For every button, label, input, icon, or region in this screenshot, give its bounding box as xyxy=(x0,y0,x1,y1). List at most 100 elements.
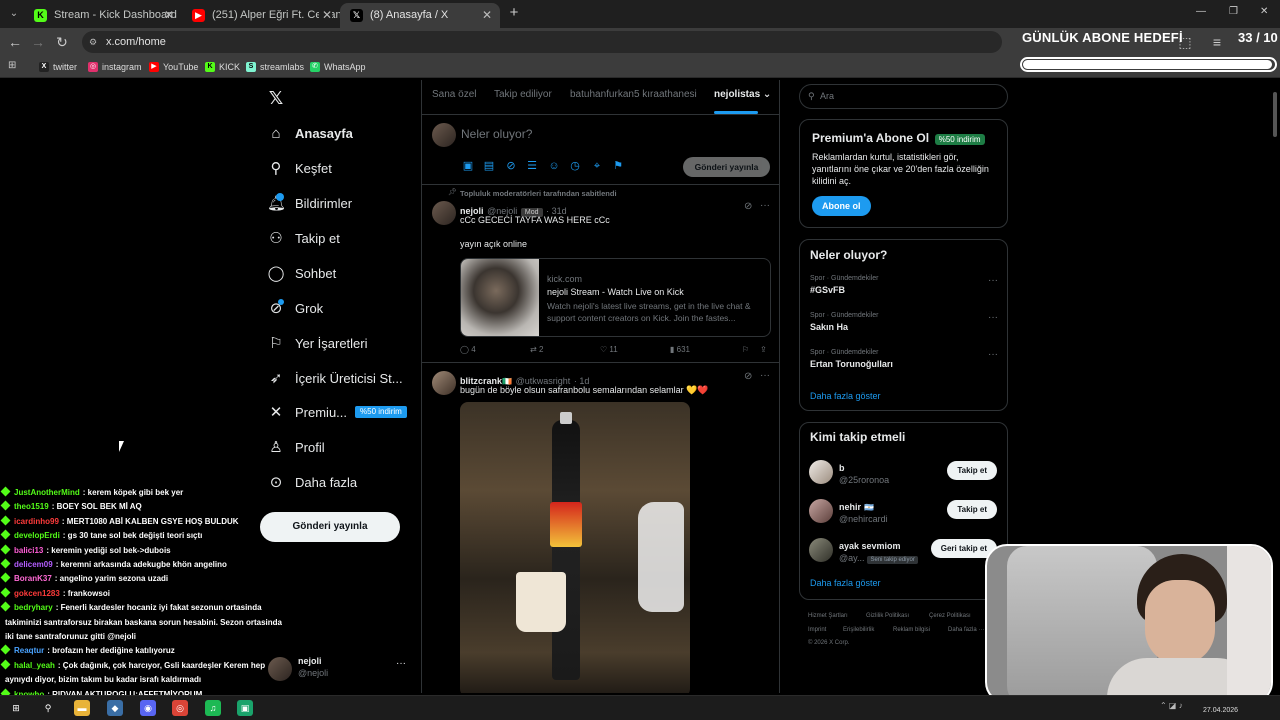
more-icon[interactable]: ··· xyxy=(760,200,770,211)
search-input[interactable]: ⚲ Ara xyxy=(799,84,1008,109)
bookmark-kick[interactable]: K KICK xyxy=(205,59,240,75)
image-icon[interactable]: ▣ xyxy=(462,160,474,172)
reply-action[interactable]: ◯ 4 xyxy=(460,345,476,354)
footer-link[interactable]: Hizmet Şartları xyxy=(808,613,848,619)
follow-suggestion[interactable]: b @25roronoa Takip et xyxy=(800,458,1007,490)
new-tab-button[interactable]: + xyxy=(506,5,522,21)
scrollbar[interactable] xyxy=(1272,82,1278,692)
subscribe-button[interactable]: Abone ol xyxy=(812,196,871,216)
tab-following[interactable]: Takip ediliyor xyxy=(494,89,552,100)
composer-input[interactable]: Neler oluyor? xyxy=(461,127,532,141)
nav-item-profile[interactable]: ♙ Profil xyxy=(267,437,324,459)
footer-link[interactable]: Erişilebilirlik xyxy=(843,627,874,633)
bookmark-instagram[interactable]: ◎ instagram xyxy=(88,59,142,75)
poll-icon[interactable]: ☰ xyxy=(526,160,538,172)
tab-community[interactable]: batuhanfurkan5 kıraathanesi xyxy=(570,89,697,100)
forward-icon[interactable]: → xyxy=(29,33,47,51)
spotify-icon[interactable]: ♫ xyxy=(205,700,221,716)
footer-link[interactable]: Imprint xyxy=(808,627,826,633)
home-icon: ⌂ xyxy=(271,125,281,142)
bookmark-whatsapp[interactable]: ✆ WhatsApp xyxy=(310,59,366,75)
window-close-icon[interactable]: ✕ xyxy=(1260,6,1268,17)
composer-post-button[interactable]: Gönderi yayınla xyxy=(683,157,770,177)
system-tray-icon[interactable]: ⌃ ◪ ♪ xyxy=(1160,701,1183,710)
emoji-icon[interactable]: ☺ xyxy=(548,160,560,172)
url-input[interactable]: ⚙ x.com/home xyxy=(82,31,1002,53)
tab-nejolistas[interactable]: nejolistas ⌄ xyxy=(714,89,771,100)
grok-icon[interactable]: ⊘ xyxy=(505,160,517,172)
nav-item-rocket[interactable]: ➶ İçerik Üreticisi St... xyxy=(267,368,403,390)
folder-icon[interactable]: ▬ xyxy=(74,700,90,716)
follow-suggestion[interactable]: ayak sevmiom @ay... Seni takip ediyor Geri … xyxy=(800,536,1007,568)
nav-item-grok[interactable]: ⊘ Grok xyxy=(267,298,323,320)
browser-tab-kick[interactable]: K Stream - Kick Dashboard ✕ xyxy=(24,3,182,28)
discord-icon[interactable]: ◉ xyxy=(140,700,156,716)
close-icon[interactable]: ✕ xyxy=(482,3,492,28)
tab-search-button[interactable]: ⌄ xyxy=(6,6,22,22)
location-icon[interactable]: ⌖ xyxy=(591,160,603,172)
nav-item-chat[interactable]: ◯ Sohbet xyxy=(267,263,337,285)
account-more-icon[interactable]: ··· xyxy=(396,658,406,669)
nav-item-x-premium[interactable]: ✕ Premiu... xyxy=(267,402,347,424)
schedule-icon[interactable]: ◷ xyxy=(569,160,581,172)
bookmark-twitter[interactable]: Xtwitter xyxy=(39,59,77,75)
browser-tab-x[interactable]: 𝕏 (8) Anasayfa / X ✕ xyxy=(340,3,500,28)
repost-action[interactable]: ⇄ 2 xyxy=(530,345,543,354)
footer-link[interactable]: Reklam bilgisi xyxy=(893,627,930,633)
show-more-link[interactable]: Daha fazla göster xyxy=(810,391,881,401)
menu-icon[interactable]: ≡ xyxy=(1208,33,1226,51)
flag-icon[interactable]: ⚑ xyxy=(612,160,624,172)
follow-button[interactable]: Takip et xyxy=(947,500,997,519)
trend-item[interactable]: Spor · Gündemdekiler Sakın Ha ··· xyxy=(810,312,998,342)
windows-icon[interactable]: ⊞ xyxy=(8,700,24,716)
close-icon[interactable]: ✕ xyxy=(318,3,332,28)
back-icon[interactable]: ← xyxy=(6,33,24,51)
close-icon[interactable]: ✕ xyxy=(164,3,174,28)
post-button[interactable]: Gönderi yayınla xyxy=(260,512,400,542)
more-icon[interactable]: ··· xyxy=(760,370,770,381)
tab-for-you[interactable]: Sana özel xyxy=(432,89,476,100)
gif-icon[interactable]: ▤ xyxy=(483,160,495,172)
nav-item-bookmark[interactable]: ⚐ Yer İşaretleri xyxy=(267,333,367,355)
account-switcher[interactable]: nejoli @nejoli ··· xyxy=(268,653,414,687)
footer-link[interactable]: Daha fazla ··· xyxy=(948,627,984,633)
chat-text: : angelino yarim sezona uzadi xyxy=(54,574,169,584)
chrome-icon[interactable]: ◎ xyxy=(172,700,188,716)
bookmark-youtube[interactable]: ▶ YouTube xyxy=(149,59,198,75)
window-restore-icon[interactable]: ❐ xyxy=(1229,6,1238,17)
nav-item-search[interactable]: ⚲ Keşfet xyxy=(267,158,332,180)
apps-grid-icon[interactable]: ⊞ xyxy=(8,60,16,71)
window-minimize-icon[interactable]: — xyxy=(1196,6,1206,17)
search-icon[interactable]: ⚲ xyxy=(40,700,56,716)
trend-item[interactable]: Spor · Gündemdekiler #GSvFB ··· xyxy=(810,275,998,305)
nav-item-add-user[interactable]: ⚇ Takip et xyxy=(267,228,340,250)
show-more-link[interactable]: Daha fazla göster xyxy=(810,578,881,588)
nav-item-more-circle[interactable]: ⊙ Daha fazla xyxy=(267,472,357,494)
grok-icon[interactable]: ⊘ xyxy=(744,201,752,212)
post-photo[interactable] xyxy=(460,402,690,693)
like-action[interactable]: ♡ 11 xyxy=(600,345,618,354)
browser-tab-youtube[interactable]: ▶ (251) Alper Eğri Ft. Ceylan Koyn ✕ xyxy=(182,3,340,28)
views-action[interactable]: ▮ 631 xyxy=(670,345,690,354)
more-icon[interactable]: ··· xyxy=(988,349,998,360)
reload-icon[interactable]: ↻ xyxy=(53,33,71,51)
more-icon[interactable]: ··· xyxy=(988,275,998,286)
follow-suggestion[interactable]: nehir 🇦🇷 @nehircardi Takip et xyxy=(800,497,1007,529)
bookmark-streamlabs[interactable]: Sstreamlabs xyxy=(246,59,304,75)
trend-item[interactable]: Spor · Gündemdekiler Ertan Torunoğulları ·… xyxy=(810,349,998,379)
share-icon[interactable]: ⇪ xyxy=(760,345,767,354)
footer-link[interactable]: Çerez Politikası xyxy=(929,613,971,619)
link-card[interactable]: kick.com nejoli Stream - Watch Live on K… xyxy=(460,258,771,337)
grok-icon[interactable]: ⊘ xyxy=(744,371,752,382)
site-info-icon[interactable]: ⚙ xyxy=(89,31,97,53)
footer-link[interactable]: Gizlilik Politikası xyxy=(866,613,909,619)
divider xyxy=(422,362,779,363)
more-icon[interactable]: ··· xyxy=(988,312,998,323)
nav-item-home[interactable]: ⌂ Anasayfa xyxy=(267,123,352,145)
app-green-icon[interactable]: ▣ xyxy=(237,700,253,716)
app-icon[interactable]: ◆ xyxy=(107,700,123,716)
follow-button[interactable]: Takip et xyxy=(947,461,997,480)
scrollbar-thumb[interactable] xyxy=(1273,92,1277,137)
x-logo-icon[interactable]: 𝕏 xyxy=(266,88,286,108)
bookmark-icon[interactable]: ⚐ xyxy=(742,345,749,354)
